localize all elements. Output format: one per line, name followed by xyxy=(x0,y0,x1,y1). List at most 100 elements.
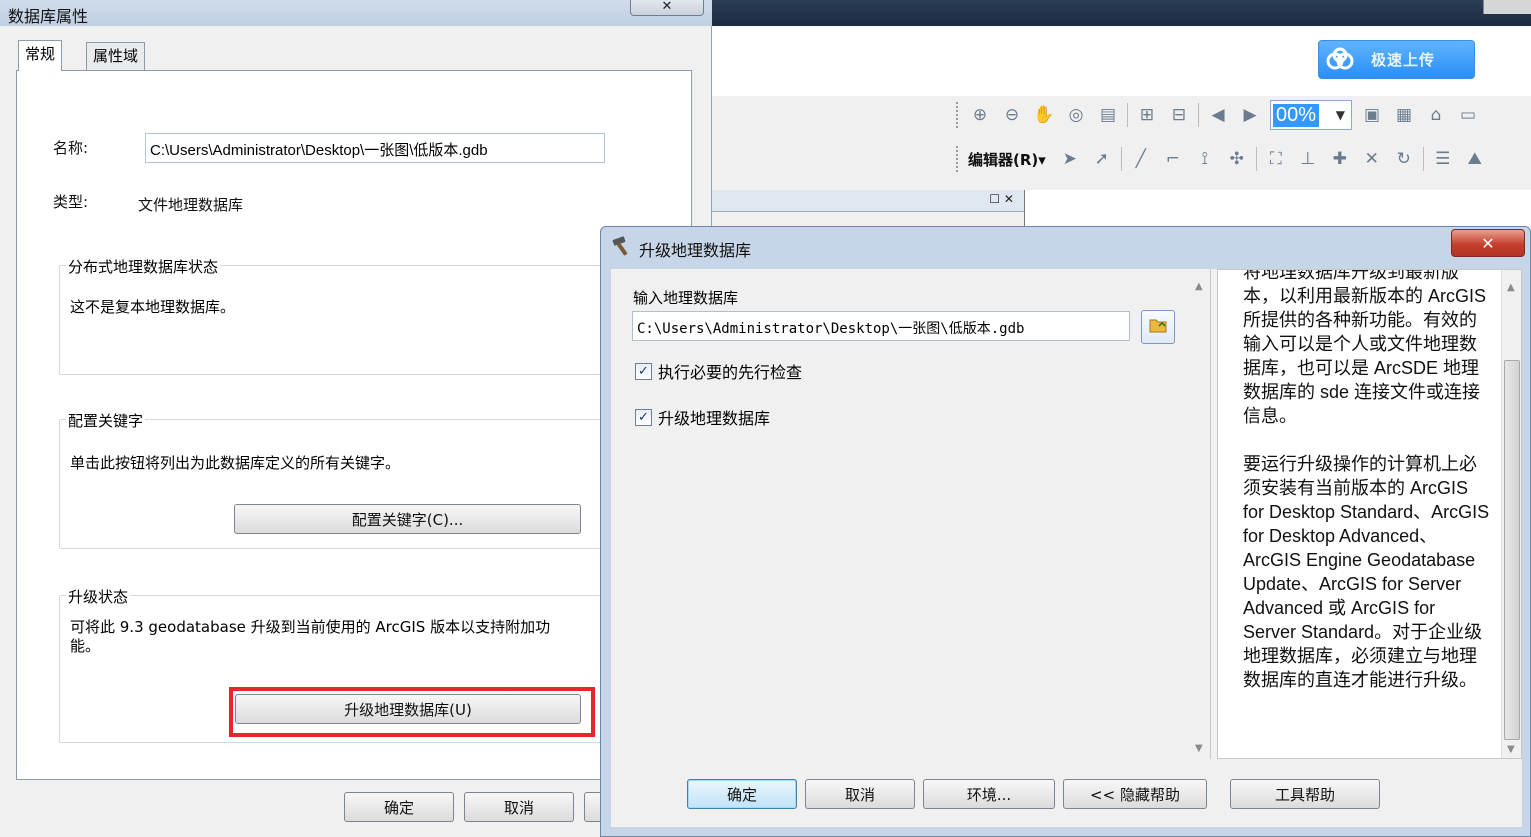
toolbar-separator xyxy=(1198,103,1199,127)
layout-change-icon[interactable]: ⌂ xyxy=(1423,102,1449,128)
help-scroll-down-icon[interactable]: ▼ xyxy=(1507,744,1515,755)
tab-domains[interactable]: 属性域 xyxy=(86,42,146,70)
browse-button[interactable] xyxy=(1141,310,1175,344)
input-geodatabase-field[interactable]: C:\Users\Administrator\Desktop\一张图\低版本.g… xyxy=(632,311,1130,341)
tool-parameters-panel: 输入地理数据库 C:\Users\Administrator\Desktop\一… xyxy=(611,269,1211,759)
toolbar-separator xyxy=(1127,103,1128,127)
cancel-button[interactable]: 取消 xyxy=(464,792,574,822)
toolbar-separator xyxy=(1120,147,1122,171)
zoom-in-icon[interactable]: ⊕ xyxy=(967,102,993,128)
layout-icon[interactable]: ▦ xyxy=(1391,102,1417,128)
sketch-properties-icon[interactable]: ⛰ xyxy=(1462,146,1488,172)
help-scroll-thumb[interactable] xyxy=(1504,360,1520,740)
tool-dialog-title: 升级地理数据库 xyxy=(639,241,752,260)
tab-general[interactable]: 常规 xyxy=(18,40,63,71)
help-scroll-up-icon[interactable]: ▲ xyxy=(1507,282,1515,293)
end-point-arc-icon[interactable]: ⌐ xyxy=(1160,146,1186,172)
back-icon[interactable]: ◀ xyxy=(1205,102,1231,128)
keywords-group: 配置关键字 单击此按钮将列出为此数据库定义的所有关键字。 配置关键字(C)... xyxy=(59,410,605,549)
tool-cancel-button[interactable]: 取消 xyxy=(805,779,915,809)
hide-help-button[interactable]: << 隐藏帮助 xyxy=(1063,779,1207,809)
fixed-zoom-in-icon[interactable]: ⊞ xyxy=(1134,102,1160,128)
props-titlebar: 数据库属性 ✕ xyxy=(0,0,712,26)
precheck-checkbox[interactable]: ✓ xyxy=(635,362,652,380)
close-button[interactable]: ✕ xyxy=(630,0,704,16)
upgrade-geodatabase-tool-dialog: 升级地理数据库 ✕ 输入地理数据库 C:\Users\Administrator… xyxy=(600,226,1531,837)
zoom-value: 00% xyxy=(1273,103,1320,127)
precheck-row[interactable]: ✓ 执行必要的先行检查 xyxy=(635,359,802,383)
general-tab-panel: 名称: C:\Users\Administrator\Desktop\一张图\低… xyxy=(16,70,692,780)
trace-icon[interactable]: ⟟ xyxy=(1192,146,1218,172)
props-body: 常规 属性域 名称: C:\Users\Administrator\Deskto… xyxy=(10,34,702,837)
editor-menu[interactable]: 编辑器(R)▾ xyxy=(968,149,1046,170)
params-scroll-up-icon[interactable]: ▲ xyxy=(1195,281,1203,292)
toolbar-separator xyxy=(1422,147,1424,171)
folder-icon xyxy=(1149,317,1167,337)
upgrade-status-text: 可将此 9.3 geodatabase 升级到当前使用的 ArcGIS 版本以支… xyxy=(70,618,551,655)
panel-controls-icon[interactable]: ☐ ✕ xyxy=(989,192,1014,206)
tool-content: 输入地理数据库 C:\Users\Administrator\Desktop\一… xyxy=(611,269,1522,827)
input-geodatabase-label: 输入地理数据库 xyxy=(633,289,739,307)
toolbar-separator xyxy=(1255,147,1257,171)
help-scrollbar[interactable]: ▲ ▼ xyxy=(1501,270,1521,758)
zoom-out-icon[interactable]: ⊖ xyxy=(999,102,1025,128)
name-label: 名称: xyxy=(53,139,89,157)
pan-icon[interactable]: ✋ xyxy=(1031,102,1057,128)
reshape-icon[interactable]: ⊥ xyxy=(1295,146,1321,172)
help-text: 将地理数据库升级到最新版本，以利用最新版本的 ArcGIS 所提供的各种新功能。… xyxy=(1243,269,1493,716)
cloud-upload-button[interactable]: 极速上传 xyxy=(1318,40,1475,79)
upgrade-check-row[interactable]: ✓ 升级地理数据库 xyxy=(635,405,770,429)
tool-help-button[interactable]: 工具帮助 xyxy=(1230,779,1380,809)
tool-footer: 确定 取消 环境... << 隐藏帮助 工具帮助 xyxy=(611,759,1522,827)
rotate-icon[interactable]: ↻ xyxy=(1391,146,1417,172)
fixed-zoom-out-icon[interactable]: ⊟ xyxy=(1166,102,1192,128)
toolbar-grip[interactable] xyxy=(956,102,960,128)
help-paragraph: 将地理数据库升级到最新版本，以利用最新版本的 ArcGIS 所提供的各种新功能。… xyxy=(1243,269,1487,426)
split-icon[interactable]: ✕ xyxy=(1359,146,1385,172)
data-view-icon[interactable]: ▭ xyxy=(1455,102,1481,128)
params-scroll-down-icon[interactable]: ▼ xyxy=(1195,743,1203,754)
edit-tool-icon[interactable]: ➤ xyxy=(1057,146,1083,172)
edit-vertices-icon[interactable]: ⛶ xyxy=(1263,146,1289,172)
straight-segment-icon[interactable]: ╱ xyxy=(1128,146,1154,172)
configure-keywords-button[interactable]: 配置关键字(C)... xyxy=(234,504,581,534)
cloud-icon xyxy=(1323,43,1357,77)
distributed-status-group: 分布式地理数据库状态 这不是复本地理数据库。 xyxy=(59,256,605,375)
toggle-draft-icon[interactable]: ▣ xyxy=(1359,102,1385,128)
name-field[interactable]: C:\Users\Administrator\Desktop\一张图\低版本.g… xyxy=(145,133,605,163)
upgrade-status-title: 升级状态 xyxy=(66,586,131,607)
keywords-text: 单击此按钮将列出为此数据库定义的所有关键字。 xyxy=(70,454,401,472)
zoom-select[interactable]: 00% ▼ xyxy=(1270,100,1352,130)
upgrade-geodatabase-button[interactable]: 升级地理数据库(U) xyxy=(235,694,581,724)
hammer-icon xyxy=(611,235,635,257)
tool-close-button[interactable]: ✕ xyxy=(1451,229,1525,257)
full-extent-icon[interactable]: ◎ xyxy=(1063,102,1089,128)
keywords-title: 配置关键字 xyxy=(66,410,146,431)
forward-icon[interactable]: ▶ xyxy=(1237,102,1263,128)
cut-polygon-icon[interactable]: ✚ xyxy=(1327,146,1353,172)
editor-toolbar: 编辑器(R)▾ ➤ ➚ ╱ ⌐ ⟟ ✣ ⛶ ⊥ ✚ ✕ ↻ ☰ ⛰ xyxy=(952,140,1531,178)
point-icon[interactable]: ✣ xyxy=(1224,146,1250,172)
precheck-label: 执行必要的先行检查 xyxy=(658,363,803,382)
tool-titlebar: 升级地理数据库 ✕ xyxy=(601,227,1530,265)
map-navigation-toolbar: ⊕ ⊖ ✋ ◎ ▤ ⊞ ⊟ ◀ ▶ 00% ▼ ▣ ▦ ⌂ ▭ xyxy=(952,96,1531,134)
ok-button[interactable]: 确定 xyxy=(344,792,454,822)
tool-ok-button[interactable]: 确定 xyxy=(687,779,797,809)
props-dialog-title: 数据库属性 xyxy=(8,7,89,26)
environments-button[interactable]: 环境... xyxy=(923,779,1055,809)
page-icon[interactable]: ▤ xyxy=(1095,102,1121,128)
attributes-icon[interactable]: ☰ xyxy=(1430,146,1456,172)
toolbar-grip[interactable] xyxy=(956,146,960,172)
chevron-down-icon: ▼ xyxy=(1335,108,1345,122)
close-icon: ✕ xyxy=(661,0,673,14)
upgrade-checkbox[interactable]: ✓ xyxy=(635,408,652,426)
distributed-status-text: 这不是复本地理数据库。 xyxy=(70,298,236,316)
close-icon: ✕ xyxy=(1481,233,1495,253)
type-label: 类型: xyxy=(53,193,89,211)
type-value: 文件地理数据库 xyxy=(138,196,244,214)
annotation-tool-icon[interactable]: ➚ xyxy=(1089,146,1115,172)
help-paragraph: 要运行升级操作的计算机上必须安装有当前版本的 ArcGIS for Deskto… xyxy=(1243,454,1490,690)
background-taskbar xyxy=(712,0,1531,26)
background-window-close[interactable] xyxy=(1483,0,1531,14)
upgrade-check-label: 升级地理数据库 xyxy=(658,409,771,428)
